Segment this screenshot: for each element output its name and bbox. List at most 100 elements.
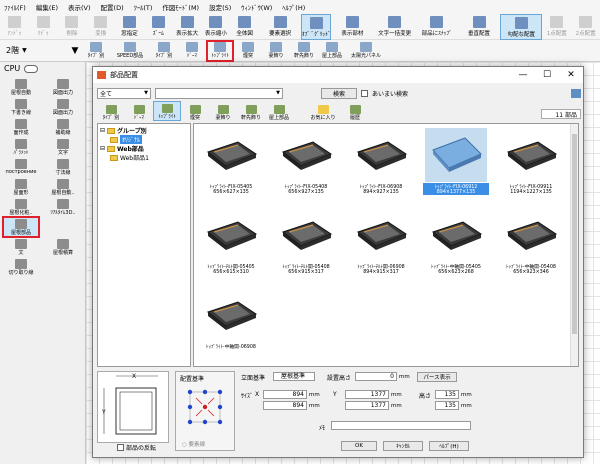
height-field[interactable]: 135	[435, 390, 459, 399]
zoom-button[interactable]: ｽﾞｰﾑ	[144, 14, 173, 40]
part-card[interactable]: ﾄｯﾌﾟﾗｲﾄ-中軸開-06908	[198, 288, 264, 358]
palette-item[interactable]: 屋根自動..	[44, 176, 82, 198]
grid-scrollbar[interactable]	[570, 124, 578, 366]
one-point-button[interactable]: 1点配置	[542, 14, 571, 40]
convert-button[interactable]: 変換	[86, 14, 115, 40]
expand-icon[interactable]: ⊟	[100, 127, 105, 134]
menu-item[interactable]: 編集(E)	[36, 2, 58, 12]
type2-tool[interactable]: ﾀｲﾌﾟ 別	[150, 40, 178, 62]
part-card[interactable]: ﾄｯﾌﾟﾗｲﾄ-FIX-06908 894×927×135	[348, 128, 414, 198]
tree-node[interactable]: ⊟ グループ別	[100, 126, 188, 135]
palette-item[interactable]: 図面出力	[44, 96, 82, 118]
slope-place-button[interactable]: 勾配な配置	[500, 14, 543, 40]
palette-item[interactable]: 切り取り線	[2, 256, 40, 278]
palette-item[interactable]: 屋根部品	[2, 216, 40, 238]
zoom-out-button[interactable]: 表示縮小	[201, 14, 230, 40]
menu-item[interactable]: ﾂｰﾙ(T)	[134, 2, 153, 12]
part-card[interactable]: ﾄｯﾌﾟﾗｲﾄ-中軸開-05405 656×623×268	[423, 208, 489, 278]
tab-type[interactable]: ﾀｲﾌﾟ 別	[97, 101, 125, 121]
minimize-icon[interactable]: —	[511, 70, 535, 80]
tree-node[interactable]: ｵﾘｼﾞﾅﾙ	[100, 135, 188, 144]
menu-item[interactable]: 作図ﾓｰﾄﾞ(M)	[162, 2, 199, 12]
install-height-field[interactable]: 0	[355, 372, 397, 381]
menu-item[interactable]: ﾍﾙﾌﾟ(H)	[282, 2, 305, 12]
redo-button[interactable]: ﾘﾄﾞｩ	[29, 14, 58, 40]
expand-icon[interactable]: ⊟	[100, 145, 105, 152]
settings-icon[interactable]	[571, 88, 581, 98]
palette-item[interactable]: 下書き線	[2, 96, 40, 118]
group-tree[interactable]: ⊟ グループ別 ｵﾘｼﾞﾅﾙ ⊟ Web部品 Web部品1	[97, 123, 191, 367]
anchor-caption[interactable]: ○ 要素線	[182, 440, 205, 448]
palette-item[interactable]: 屋根自動	[2, 76, 40, 98]
tab-dormer[interactable]: ﾄﾞｰﾏ	[125, 101, 153, 121]
zoom-in-button[interactable]: 表示拡大	[173, 14, 202, 40]
window-select-button[interactable]: 窓指定	[115, 14, 144, 40]
help-button[interactable]: ﾍﾙﾌﾟ(H)	[429, 441, 469, 451]
eave-tool[interactable]: 軒先飾り	[290, 40, 318, 62]
tab-chimney[interactable]: 煙突	[181, 101, 209, 121]
memo-field[interactable]	[331, 421, 471, 430]
palette-item[interactable]: 文字	[44, 136, 82, 158]
anchor-grid[interactable]	[176, 384, 236, 434]
roof-parts-tool[interactable]: 屋上部品	[318, 40, 346, 62]
grid-button[interactable]: ｵﾌﾞ ﾞｸﾞﾘｯﾄﾞ	[301, 14, 332, 40]
part-card[interactable]: ﾄｯﾌﾟﾗｲﾄ-中軸開-05408 656×923×346	[498, 208, 564, 278]
vertical-align-button[interactable]: 垂直配置	[458, 14, 500, 40]
tab-gable[interactable]: 妻飾り	[209, 101, 237, 121]
tab-roof-parts[interactable]: 屋上部品	[265, 101, 293, 121]
fuzzy-search-checkbox[interactable]	[361, 89, 368, 97]
delete-button[interactable]: 削除	[58, 14, 87, 40]
menu-item[interactable]: ｳｨﾝﾄﾞｳ(W)	[241, 2, 272, 12]
part-card[interactable]: ﾄｯﾌﾟﾗｲﾄ-FIX-06912 894×1377×135	[423, 128, 489, 198]
parts-grid[interactable]: ﾄｯﾌﾟﾗｲﾄ-FIX-05405 656×627×135 ﾄｯﾌﾟﾗｲﾄ-FIX-…	[193, 123, 579, 367]
palette-item[interactable]: ﾘｱﾙﾀｲﾑ3D..	[44, 196, 82, 218]
undo-button[interactable]: ｱﾝﾄﾞｩ	[0, 14, 29, 40]
search-button[interactable]: 検索	[321, 87, 357, 99]
palette-item[interactable]: 面作成	[2, 116, 40, 138]
part-card[interactable]: ﾄｯﾌﾟﾗｲﾄ-FIX-09911 1194×1227×135	[498, 128, 564, 198]
palette-item[interactable]: 図面出力	[44, 76, 82, 98]
floor-selector[interactable]: 2階 ▼	[0, 45, 68, 56]
part-card[interactable]: ﾄｯﾌﾟﾗｲﾄ-FIX-05405 656×627×135	[198, 128, 264, 198]
toplight-tool[interactable]: ﾄｯﾌﾟﾗｲﾄ	[206, 39, 234, 62]
display-parts-button[interactable]: 表示部材	[331, 14, 373, 40]
tab-favorite[interactable]: お気に入り	[305, 101, 341, 121]
filter-select[interactable]: 全て ▼	[97, 87, 151, 99]
x-size-field-2[interactable]: 894	[263, 401, 307, 410]
text-change-button[interactable]: 文字一括変更	[373, 14, 415, 40]
tree-node[interactable]: Web部品1	[100, 153, 188, 162]
palette-item[interactable]: ﾊﾟﾗﾒｯﾄ	[2, 136, 40, 158]
tab-toplight[interactable]: ﾄｯﾌﾟﾗｲﾄ	[153, 101, 181, 121]
part-card[interactable]: ﾄｯﾌﾟﾗｲﾄ-ﾁﾙﾄ開-06908 894×915×317	[348, 208, 414, 278]
palette-item[interactable]: 補助線	[44, 116, 82, 138]
toggle-icon[interactable]	[24, 64, 39, 73]
palette-item[interactable]: 文	[2, 236, 40, 258]
y-size-field[interactable]: 1377	[345, 390, 389, 399]
overview-button[interactable]: 全体図	[230, 14, 259, 40]
tree-node[interactable]: ⊟ Web部品	[100, 144, 188, 153]
scroll-thumb[interactable]	[572, 134, 577, 334]
category-select[interactable]: ▼	[155, 87, 283, 99]
ok-button[interactable]: OK	[341, 441, 377, 451]
dormer-tool[interactable]: ﾄﾞｰﾏ	[178, 40, 206, 62]
palette-item[interactable]: 屋根積算	[44, 236, 82, 258]
cancel-button[interactable]: ｷｬﾝｾﾙ	[383, 441, 423, 451]
palette-item[interactable]: 寸法線	[44, 156, 82, 178]
menu-item[interactable]: ﾌｧｲﾙ(F)	[4, 2, 26, 12]
flip-checkbox[interactable]	[117, 444, 124, 451]
dialog-titlebar[interactable]: 部品配置 — ☐ ✕	[93, 67, 583, 83]
chimney-tool[interactable]: 煙突	[234, 40, 262, 62]
gable-tool[interactable]: 妻飾り	[262, 40, 290, 62]
select-element-button[interactable]: 要素選択	[259, 14, 301, 40]
flip-option[interactable]: 部品の反転	[117, 443, 156, 452]
tab-history[interactable]: 履歴	[341, 101, 369, 121]
speed-tool[interactable]: SPEED部品	[110, 40, 150, 62]
tab-eave[interactable]: 軒先飾り	[237, 101, 265, 121]
maximize-icon[interactable]: ☐	[535, 70, 559, 80]
elevation-field[interactable]: 屋根基準	[273, 372, 315, 381]
palette-item[interactable]: 屋面形	[2, 176, 40, 198]
menu-item[interactable]: 表示(V)	[68, 2, 91, 12]
part-card[interactable]: ﾄｯﾌﾟﾗｲﾄ-FIX-05408 656×927×135	[273, 128, 339, 198]
menu-item[interactable]: 配置(D)	[101, 2, 124, 12]
menu-item[interactable]: 設定(S)	[209, 2, 231, 12]
